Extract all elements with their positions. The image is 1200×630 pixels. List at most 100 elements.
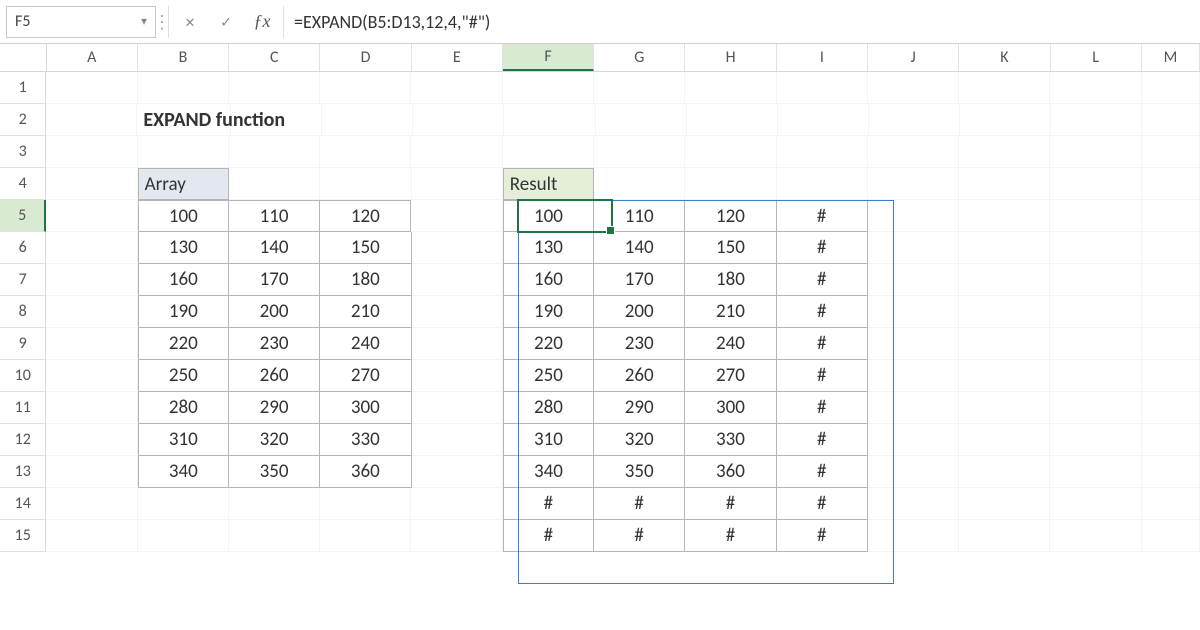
row-header-3[interactable]: 3 — [0, 136, 46, 168]
cell-C4[interactable] — [229, 168, 320, 200]
cell-D8[interactable]: 210 — [320, 296, 411, 328]
select-all-corner[interactable] — [0, 44, 47, 71]
cell-I13[interactable]: # — [777, 456, 868, 488]
cell-G13[interactable]: 350 — [594, 456, 685, 488]
cell-L11[interactable] — [1050, 392, 1141, 424]
cell-B7[interactable]: 160 — [138, 264, 229, 296]
cell-F10[interactable]: 250 — [503, 360, 594, 392]
cell-D3[interactable] — [320, 136, 411, 168]
cell-E8[interactable] — [412, 296, 503, 328]
cell-L13[interactable] — [1050, 456, 1141, 488]
cell-D1[interactable] — [320, 72, 411, 104]
cell-D5[interactable]: 120 — [320, 200, 411, 232]
cell-L5[interactable] — [1050, 200, 1141, 232]
cancel-icon[interactable]: ✕ — [177, 9, 203, 35]
cell-F12[interactable]: 310 — [503, 424, 594, 456]
cell-A2[interactable] — [46, 104, 137, 136]
cell-D12[interactable]: 330 — [320, 424, 411, 456]
col-header-J[interactable]: J — [868, 44, 959, 71]
cell-K6[interactable] — [959, 232, 1050, 264]
col-header-B[interactable]: B — [138, 44, 229, 71]
cell-M11[interactable] — [1142, 392, 1200, 424]
cell-M9[interactable] — [1142, 328, 1200, 360]
cell-I7[interactable]: # — [777, 264, 868, 296]
cell-J3[interactable] — [868, 136, 959, 168]
cell-E15[interactable] — [411, 520, 502, 552]
cell-B1[interactable] — [138, 72, 229, 104]
cell-L6[interactable] — [1050, 232, 1141, 264]
cell-B2-title[interactable]: EXPAND function — [137, 104, 231, 136]
cell-D2[interactable] — [322, 104, 413, 136]
cell-L9[interactable] — [1050, 328, 1141, 360]
cell-I14[interactable]: # — [777, 488, 868, 520]
cell-K4[interactable] — [959, 168, 1050, 200]
cell-C3[interactable] — [229, 136, 320, 168]
cell-A14[interactable] — [46, 488, 137, 520]
cell-J1[interactable] — [868, 72, 959, 104]
cell-F4-result-header[interactable]: Result — [503, 168, 594, 200]
row-header-10[interactable]: 10 — [0, 360, 46, 392]
row-header-12[interactable]: 12 — [0, 424, 46, 456]
cell-M15[interactable] — [1142, 520, 1200, 552]
cell-I3[interactable] — [777, 136, 868, 168]
cell-K15[interactable] — [959, 520, 1050, 552]
cell-E11[interactable] — [412, 392, 503, 424]
cell-C11[interactable]: 290 — [229, 392, 320, 424]
cell-G3[interactable] — [594, 136, 685, 168]
cell-E6[interactable] — [412, 232, 503, 264]
row-header-5[interactable]: 5 — [0, 200, 46, 232]
cell-A4[interactable] — [46, 168, 137, 200]
cell-E2[interactable] — [413, 104, 504, 136]
col-header-A[interactable]: A — [47, 44, 138, 71]
cell-D11[interactable]: 300 — [320, 392, 411, 424]
cell-I10[interactable]: # — [777, 360, 868, 392]
cell-I11[interactable]: # — [777, 392, 868, 424]
cell-A5[interactable] — [46, 200, 137, 232]
cell-D4[interactable] — [320, 168, 411, 200]
cell-H3[interactable] — [685, 136, 776, 168]
fx-icon[interactable]: ƒx — [249, 9, 275, 35]
cell-D13[interactable]: 360 — [320, 456, 411, 488]
cell-H5[interactable]: 120 — [685, 200, 776, 232]
cell-K2[interactable] — [960, 104, 1051, 136]
cell-J12[interactable] — [868, 424, 959, 456]
cell-D15[interactable] — [320, 520, 411, 552]
cell-E10[interactable] — [412, 360, 503, 392]
cell-E7[interactable] — [412, 264, 503, 296]
row-header-7[interactable]: 7 — [0, 264, 46, 296]
cell-A13[interactable] — [46, 456, 137, 488]
row-header-9[interactable]: 9 — [0, 328, 46, 360]
chevron-down-icon[interactable]: ▾ — [141, 14, 147, 29]
cell-B15[interactable] — [138, 520, 229, 552]
cell-C14[interactable] — [229, 488, 320, 520]
cell-A8[interactable] — [46, 296, 137, 328]
cell-L8[interactable] — [1050, 296, 1141, 328]
cell-A9[interactable] — [46, 328, 137, 360]
cell-M6[interactable] — [1142, 232, 1200, 264]
cell-B9[interactable]: 220 — [138, 328, 229, 360]
cell-A10[interactable] — [46, 360, 137, 392]
cell-F14[interactable]: # — [503, 488, 594, 520]
cell-I2[interactable] — [778, 104, 869, 136]
cell-J10[interactable] — [868, 360, 959, 392]
cell-B14[interactable] — [138, 488, 229, 520]
cell-M3[interactable] — [1142, 136, 1200, 168]
cell-L2[interactable] — [1051, 104, 1142, 136]
cell-C7[interactable]: 170 — [229, 264, 320, 296]
cell-D10[interactable]: 270 — [320, 360, 411, 392]
cell-G10[interactable]: 260 — [594, 360, 685, 392]
cell-B13[interactable]: 340 — [138, 456, 229, 488]
cell-D14[interactable] — [320, 488, 411, 520]
cell-F9[interactable]: 220 — [503, 328, 594, 360]
cell-L3[interactable] — [1050, 136, 1141, 168]
row-header-14[interactable]: 14 — [0, 488, 46, 520]
cell-I4[interactable] — [777, 168, 868, 200]
cell-L7[interactable] — [1050, 264, 1141, 296]
cell-K11[interactable] — [959, 392, 1050, 424]
cell-J8[interactable] — [868, 296, 959, 328]
col-header-L[interactable]: L — [1051, 44, 1142, 71]
cell-A15[interactable] — [46, 520, 137, 552]
row-header-4[interactable]: 4 — [0, 168, 46, 200]
cell-B12[interactable]: 310 — [138, 424, 229, 456]
cell-I12[interactable]: # — [777, 424, 868, 456]
